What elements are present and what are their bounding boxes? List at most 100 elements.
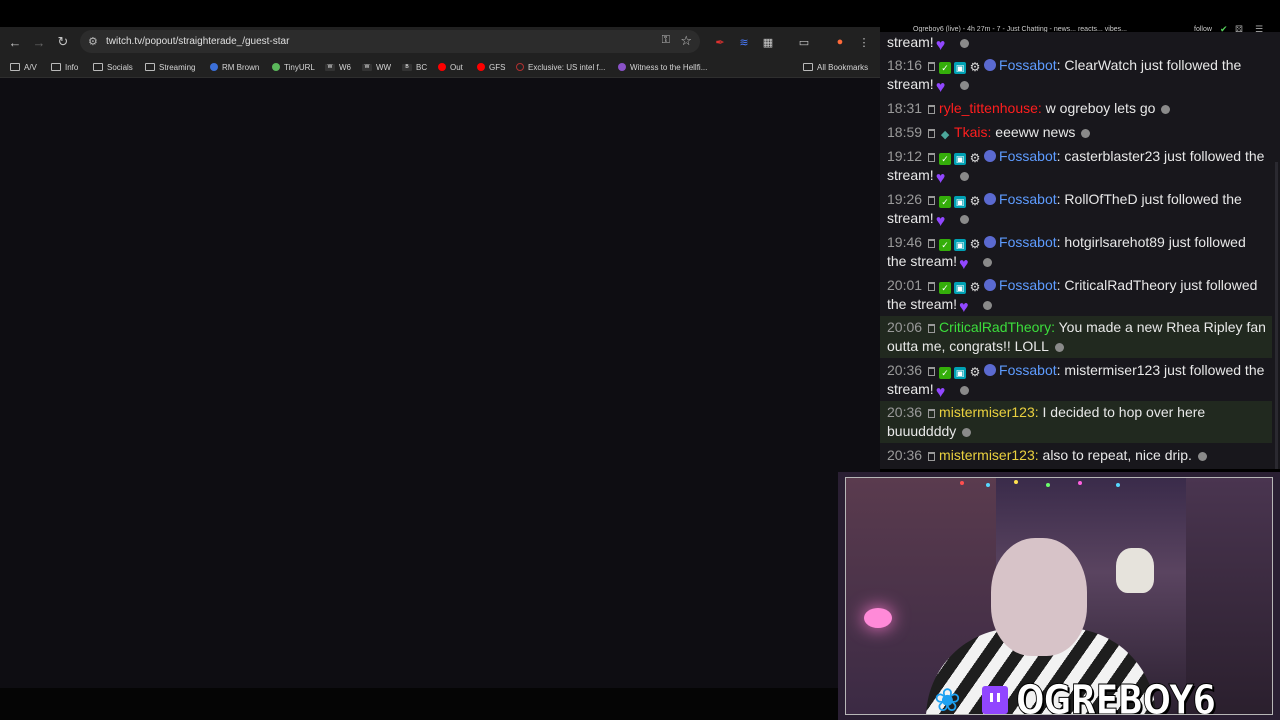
menu-kebab-icon[interactable]: ⋮ bbox=[853, 31, 875, 53]
cast-icon[interactable]: ▭ bbox=[793, 31, 815, 53]
chat-username[interactable]: Fossabot bbox=[999, 277, 1057, 293]
hide-icon[interactable] bbox=[959, 386, 969, 395]
hide-icon[interactable] bbox=[959, 172, 969, 181]
timestamp: 18:59 bbox=[887, 124, 923, 140]
chat-username[interactable]: Fossabot bbox=[999, 191, 1057, 207]
chat-message-partial: stream! ♥ bbox=[880, 33, 1272, 54]
moderator-badge-icon: ✓ bbox=[939, 367, 952, 379]
hide-icon[interactable] bbox=[959, 81, 969, 90]
hide-icon[interactable] bbox=[1197, 452, 1207, 461]
delete-icon[interactable] bbox=[928, 62, 936, 71]
bookmark-out[interactable]: Out bbox=[438, 60, 463, 74]
chat-text: eeeww news bbox=[995, 124, 1076, 140]
chat-panel: stream! ♥ 18:16 ✓ ▣ ⚙ Fossabot: ClearWatch ju… bbox=[880, 32, 1280, 469]
delete-icon[interactable] bbox=[928, 282, 936, 291]
webcam-branding: ❀ OGREBOY6 bbox=[934, 676, 1259, 714]
chat-username[interactable]: mistermiser123 bbox=[939, 404, 1035, 420]
webcam-overlay: ❀ OGREBOY6 bbox=[838, 472, 1280, 720]
delete-icon[interactable] bbox=[928, 129, 936, 138]
hide-icon[interactable] bbox=[959, 215, 969, 224]
vip-badge-icon bbox=[984, 150, 997, 162]
heart-emote-icon: ♥ bbox=[935, 37, 946, 54]
bookmark-folder-info[interactable]: Info bbox=[51, 60, 78, 74]
all-bookmarks[interactable]: All Bookmarks bbox=[803, 60, 868, 74]
hide-icon[interactable] bbox=[1081, 129, 1091, 138]
delete-icon[interactable] bbox=[928, 196, 936, 205]
timestamp: 19:46 bbox=[887, 234, 923, 250]
bookmark-folder-socials[interactable]: Socials bbox=[93, 60, 133, 74]
chat-username[interactable]: Fossabot bbox=[999, 362, 1057, 378]
back-icon[interactable]: ← bbox=[4, 31, 26, 53]
reload-icon[interactable]: ↻ bbox=[52, 31, 74, 53]
delete-icon[interactable] bbox=[928, 367, 936, 376]
gear-badge-icon: ⚙ bbox=[969, 194, 981, 208]
bookmark-icon bbox=[210, 63, 218, 71]
chat-username[interactable]: Fossabot bbox=[999, 57, 1057, 73]
profile-avatar-icon[interactable]: ● bbox=[829, 31, 851, 53]
folder-icon bbox=[803, 63, 813, 71]
chat-message-highlighted: 20:36 mistermiser123: I decided to hop ov… bbox=[880, 401, 1272, 443]
chat-text: w ogreboy lets go bbox=[1045, 100, 1156, 116]
chat-username[interactable]: Fossabot bbox=[999, 148, 1057, 164]
chat-text: also to repeat, nice drip. bbox=[1042, 447, 1192, 463]
webcam-video: ❀ OGREBOY6 bbox=[845, 477, 1273, 715]
chat-username[interactable]: Tkais bbox=[954, 124, 987, 140]
heart-emote-icon: ♥ bbox=[935, 170, 946, 187]
bookmark-folder-streaming[interactable]: Streaming bbox=[145, 60, 195, 74]
bot-badge-icon: ▣ bbox=[954, 239, 967, 251]
bookmark-ww[interactable]: W WW bbox=[362, 60, 391, 74]
hide-icon[interactable] bbox=[1054, 343, 1064, 352]
chat-message: 19:26 ✓ ▣ ⚙ Fossabot: RollOfTheD just follow… bbox=[887, 191, 1242, 230]
bookmark-rm-brown[interactable]: RM Brown bbox=[210, 60, 259, 74]
chat-scrollbar[interactable] bbox=[1275, 162, 1278, 469]
heart-emote-icon: ♥ bbox=[959, 299, 969, 316]
vip-badge-icon bbox=[984, 236, 997, 248]
chat-username[interactable]: CriticalRadTheory bbox=[939, 319, 1051, 335]
delete-icon[interactable] bbox=[928, 105, 936, 114]
bookmark-folder-av[interactable]: A/V bbox=[10, 60, 37, 74]
hide-icon[interactable] bbox=[959, 39, 969, 48]
bookmark-bc[interactable]: B BC bbox=[402, 60, 427, 74]
delete-icon[interactable] bbox=[928, 409, 936, 418]
chat-message: 19:46 ✓ ▣ ⚙ Fossabot: hotgirlsarehot89 just … bbox=[887, 234, 1246, 273]
hide-icon[interactable] bbox=[983, 258, 993, 267]
streamer-head bbox=[991, 538, 1087, 656]
bookmark-witness[interactable]: Witness to the Hellfi... bbox=[618, 60, 707, 74]
hide-icon[interactable] bbox=[983, 301, 993, 310]
chat-username[interactable]: mistermiser123 bbox=[939, 447, 1035, 463]
bookmark-tinyurl[interactable]: TinyURL bbox=[272, 60, 315, 74]
delete-icon[interactable] bbox=[928, 239, 936, 248]
chat-message: 20:01 ✓ ▣ ⚙ Fossabot: CriticalRadTheory just… bbox=[887, 277, 1258, 316]
timestamp: 20:36 bbox=[887, 404, 923, 420]
url-text[interactable]: twitch.tv/popout/straighterade_/guest-st… bbox=[106, 36, 289, 47]
extensions-puzzle-icon[interactable]: ▦ bbox=[757, 31, 779, 53]
timestamp: 19:26 bbox=[887, 191, 923, 207]
page-content bbox=[0, 79, 880, 688]
bookmark-gfs[interactable]: GFS bbox=[477, 60, 505, 74]
password-key-icon[interactable]: ⚿ bbox=[662, 34, 670, 47]
address-bar[interactable]: ⚙ twitch.tv/popout/straighterade_/guest-… bbox=[80, 30, 700, 53]
delete-icon[interactable] bbox=[928, 324, 936, 333]
gear-badge-icon: ⚙ bbox=[969, 60, 981, 74]
chat-message: 18:31 ryle_tittenhouse: w ogreboy lets go bbox=[880, 99, 1272, 118]
hide-icon[interactable] bbox=[1161, 105, 1171, 114]
extension-pen-icon[interactable]: ✒ bbox=[709, 31, 731, 53]
bookmark-w6[interactable]: W W6 bbox=[325, 60, 351, 74]
site-settings-icon[interactable]: ⚙ bbox=[88, 35, 104, 48]
bot-badge-icon: ▣ bbox=[954, 153, 967, 165]
delete-icon[interactable] bbox=[928, 452, 936, 461]
delete-icon[interactable] bbox=[928, 153, 936, 162]
gear-badge-icon: ⚙ bbox=[969, 237, 981, 251]
timestamp: 20:36 bbox=[887, 447, 923, 463]
chat-username[interactable]: ryle_tittenhouse bbox=[939, 100, 1038, 116]
heart-emote-icon: ♥ bbox=[935, 213, 946, 230]
extension-audio-icon[interactable]: ≋ bbox=[733, 31, 755, 53]
forward-icon[interactable]: → bbox=[28, 31, 50, 53]
bookmark-star-icon[interactable]: ☆ bbox=[680, 33, 692, 49]
hide-icon[interactable] bbox=[962, 428, 972, 437]
bookmark-exclusive[interactable]: Exclusive: US intel f... bbox=[516, 60, 605, 74]
timestamp: 20:01 bbox=[887, 277, 923, 293]
timestamp: 18:31 bbox=[887, 100, 923, 116]
chat-username[interactable]: Fossabot bbox=[999, 234, 1057, 250]
bookmark-icon: B bbox=[402, 63, 412, 71]
